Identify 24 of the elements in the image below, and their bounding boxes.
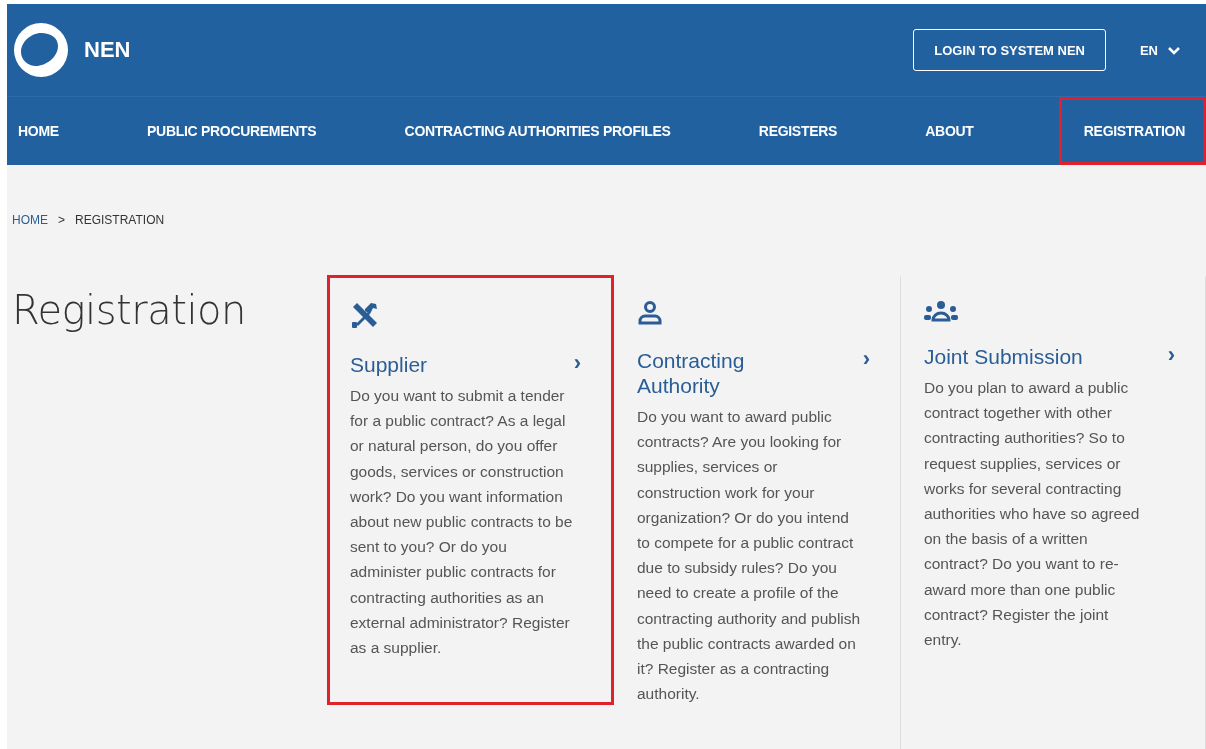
chevron-down-icon	[1168, 45, 1180, 55]
breadcrumb-link[interactable]: HOME	[12, 213, 48, 227]
nav-link[interactable]: REGISTERS	[755, 97, 841, 165]
person-icon	[637, 300, 663, 326]
card-link[interactable]: Joint Submission ›	[924, 344, 1185, 369]
logo-icon	[12, 21, 70, 79]
nav-link[interactable]: CONTRACTING AUTHORITIES PROFILES	[401, 97, 674, 165]
page-title: Registration	[12, 287, 247, 335]
nav-link[interactable]: PUBLIC PROCUREMENTS	[144, 97, 320, 165]
card-description: Do you want to award public contracts? Are you looking for supplies, services or construction work for your organization? Or do you intend to compete for a public contract due to subsidy rules? Do you need to create a profile of the contracting authority and publish the public contracts awarded on it? Register as a contracting authority.	[637, 407, 862, 705]
nav-link[interactable]: ABOUT	[922, 97, 977, 165]
breadcrumb-current: REGISTRATION	[75, 213, 165, 227]
nav-link[interactable]: REGISTRATION	[1058, 97, 1206, 165]
card-description: Do you plan to award a public contract together with other contracting authorities? So to request supplies, services or works for several contracting authorities who have so agreed on the basis of a written contract? Do you want to re-award more than one public contract? Register the joint entry.	[924, 378, 1141, 651]
nav-link[interactable]: HOME	[15, 97, 62, 165]
logo-text: NEN	[84, 37, 131, 63]
language-selector[interactable]: EN	[1135, 38, 1184, 62]
group-icon	[924, 300, 958, 322]
card-description: Do you want to submit a tender for a public contract? As a legal or natural person, do you offer goods, services or construction work? Do you want information about new public contracts to be sent to you? Or do you administer public contracts for contracting authorities as an external administrator? Register as a supplier.	[350, 386, 574, 659]
breadcrumb-separator: >	[58, 213, 65, 227]
tools-icon	[350, 300, 380, 330]
card-link[interactable]: Contracting Authority ›	[637, 348, 880, 398]
card-link[interactable]: Supplier ›	[350, 352, 591, 377]
login-button[interactable]: LOGIN TO SYSTEM NEN	[913, 29, 1106, 71]
